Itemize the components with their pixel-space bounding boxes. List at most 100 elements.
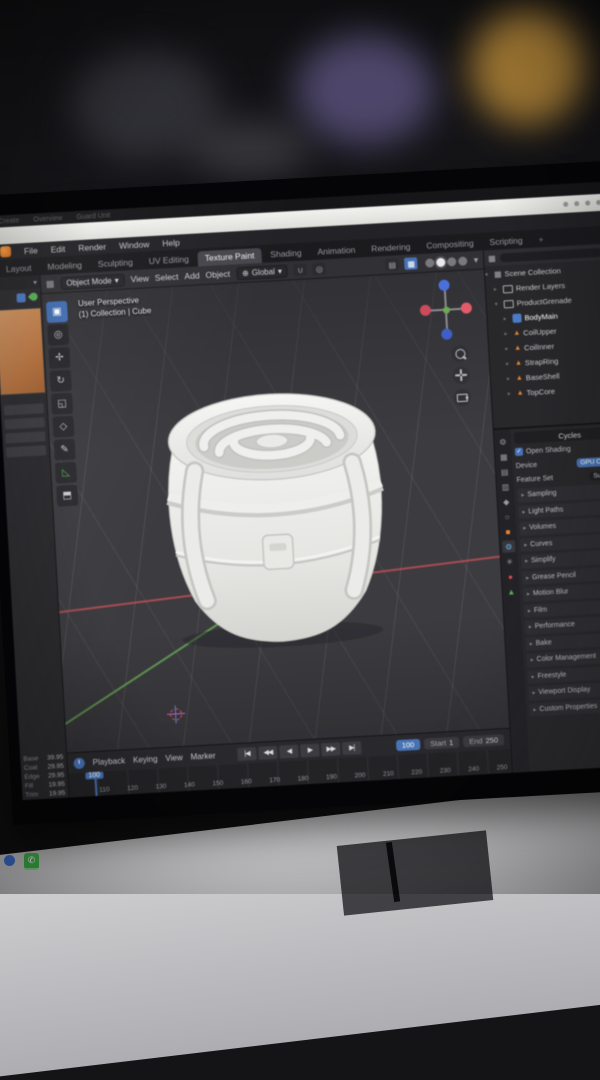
panel-motion-blur[interactable]: ▸ Motion Blur (522, 581, 600, 602)
panel-curves[interactable]: ▸ Curves (519, 532, 600, 552)
proportional-edit-icon[interactable]: ◎ (312, 262, 327, 276)
texture-preview[interactable] (0, 307, 46, 396)
panel-film[interactable]: ▸ Film (523, 598, 600, 618)
window-control-icon[interactable] (596, 199, 600, 206)
panel-viewport-display[interactable]: ▸ Viewport Display (528, 680, 600, 701)
rendered-shading-icon[interactable] (458, 255, 468, 266)
render-properties-icon[interactable]: ▦ (497, 450, 511, 463)
pan-view-button[interactable]: ✛ (452, 366, 471, 385)
transform-orientation-dropdown[interactable]: ⊕ Global ▾ (235, 263, 289, 280)
output-properties-icon[interactable]: ▤ (498, 465, 512, 478)
chevron-down-icon[interactable]: ▾ (33, 278, 37, 286)
slider-row[interactable] (5, 431, 46, 444)
menu-keying[interactable]: Keying (133, 754, 158, 764)
menu-playback[interactable]: Playback (92, 756, 125, 767)
panel-simplify[interactable]: ▸ Simplify (520, 548, 600, 569)
axis-z-pos-handle[interactable] (438, 279, 450, 292)
menu-view[interactable]: View (130, 273, 149, 284)
tool-properties-icon[interactable]: ⚙ (496, 435, 510, 448)
object-properties-icon[interactable]: ■ (501, 525, 515, 538)
gizmo-toggle-icon[interactable]: ▤ (385, 258, 400, 271)
feature-set-dropdown[interactable]: Supported (589, 469, 600, 481)
panel-color-management[interactable]: ▸ Color Management (526, 647, 600, 668)
previous-keyframe-button[interactable]: ◀◀ (258, 745, 278, 760)
panel-light-paths[interactable]: ▸ Light Paths (517, 499, 600, 519)
snap-magnet-icon[interactable]: ∪ (293, 263, 308, 277)
jump-to-start-button[interactable]: |◀ (237, 746, 257, 761)
physics-properties-icon[interactable]: ● (504, 570, 518, 583)
move-tool[interactable]: ✢ (48, 346, 71, 369)
window-control-icon[interactable] (585, 200, 591, 206)
mode-dropdown[interactable]: Object Mode ▾ (60, 273, 126, 290)
axis-y-handle[interactable] (442, 306, 451, 314)
color-drop-icon[interactable] (27, 291, 40, 303)
view-layer-properties-icon[interactable]: ▥ (499, 480, 513, 493)
navigation-gizmo[interactable] (419, 279, 474, 340)
menu-render[interactable]: Render (78, 241, 106, 253)
mesh-icon: ▲ (516, 389, 524, 397)
window-control-icon[interactable] (574, 201, 580, 207)
current-frame-field[interactable]: 100 (395, 738, 421, 751)
window-control-icon[interactable] (563, 201, 569, 207)
frame-end-field[interactable]: End 250 (462, 733, 505, 747)
jump-to-end-button[interactable]: ▶| (341, 740, 362, 755)
overlays-toggle-icon[interactable]: ▦ (404, 257, 419, 270)
modifier-properties-icon[interactable]: ⚙ (501, 540, 516, 553)
menu-edit[interactable]: Edit (50, 243, 65, 254)
frame-start-field[interactable]: Start 1 (423, 736, 460, 750)
menu-view[interactable]: View (165, 753, 183, 763)
next-keyframe-button[interactable]: ▶▶ (320, 741, 341, 756)
taskbar-blue-app-icon[interactable] (4, 855, 15, 866)
panel-sampling[interactable]: ▸ Sampling (517, 482, 600, 503)
menu-file[interactable]: File (24, 245, 38, 256)
device-dropdown[interactable]: GPU Compute (576, 455, 600, 468)
chevron-down-icon[interactable]: ▾ (473, 254, 478, 265)
panel-custom-properties[interactable]: ▸ Custom Properties (529, 696, 600, 717)
play-button[interactable]: ▶ (299, 742, 320, 757)
scale-tool[interactable]: ◱ (51, 392, 74, 415)
menu-help[interactable]: Help (162, 237, 180, 248)
panel-bake[interactable]: ▸ Bake (525, 631, 600, 651)
editor-type-icon[interactable]: ▦ (46, 278, 55, 289)
menu-object[interactable]: Object (205, 269, 230, 280)
axis-x-neg-handle[interactable] (419, 304, 432, 317)
outliner-display-icon[interactable]: ▦ (488, 253, 496, 262)
playhead[interactable]: 100 (85, 771, 104, 797)
panel-freestyle[interactable]: ▸ Freestyle (527, 664, 600, 684)
image-datablock-icon[interactable] (16, 293, 26, 303)
menu-add[interactable]: Add (184, 270, 200, 281)
chevron-down-icon: ▾ (114, 275, 119, 285)
scene-properties-icon[interactable]: ◆ (499, 495, 513, 508)
3d-viewport[interactable]: ▣ ◎ ✢ ↻ ◱ ◇ ✎ ◺ ⬒ User Perspective (1) C… (41, 269, 510, 753)
panel-volumes[interactable]: ▸ Volumes (518, 515, 600, 536)
menu-window[interactable]: Window (119, 239, 150, 251)
bokeh-purple (295, 35, 435, 145)
axis-x-pos-handle[interactable] (460, 302, 473, 314)
panel-grease-pencil[interactable]: ▸ Grease Pencil (521, 565, 600, 585)
panel-performance[interactable]: ▸ Performance (524, 614, 600, 635)
slider-row[interactable] (3, 403, 45, 416)
select-box-tool[interactable]: ▣ (45, 300, 69, 323)
transform-tool[interactable]: ◇ (52, 415, 75, 438)
play-reverse-button[interactable]: ◀ (279, 744, 299, 759)
slider-row[interactable] (4, 417, 45, 430)
object-data-properties-icon[interactable]: ▲ (504, 585, 518, 598)
material-shading-icon[interactable] (447, 256, 457, 267)
wireframe-shading-icon[interactable] (425, 257, 435, 268)
menu-marker[interactable]: Marker (190, 751, 215, 761)
add-cube-tool[interactable]: ⬒ (56, 484, 79, 507)
add-workspace-button[interactable]: + (531, 232, 551, 248)
menu-select[interactable]: Select (155, 272, 179, 283)
world-properties-icon[interactable]: ○ (500, 510, 514, 523)
checkbox-checked-icon[interactable]: ✓ (514, 447, 524, 457)
taskbar-green-app-icon[interactable]: ✆ (24, 853, 39, 870)
blender-logo-icon[interactable] (0, 245, 12, 258)
cursor-tool[interactable]: ◎ (47, 323, 70, 346)
particles-properties-icon[interactable]: ✳ (503, 555, 517, 568)
slider-row[interactable] (5, 445, 47, 458)
annotate-tool[interactable]: ✎ (53, 438, 76, 461)
measure-tool[interactable]: ◺ (54, 461, 78, 484)
3d-model-grenade[interactable] (121, 322, 429, 663)
solid-shading-icon[interactable] (436, 257, 446, 267)
rotate-tool[interactable]: ↻ (49, 369, 72, 392)
